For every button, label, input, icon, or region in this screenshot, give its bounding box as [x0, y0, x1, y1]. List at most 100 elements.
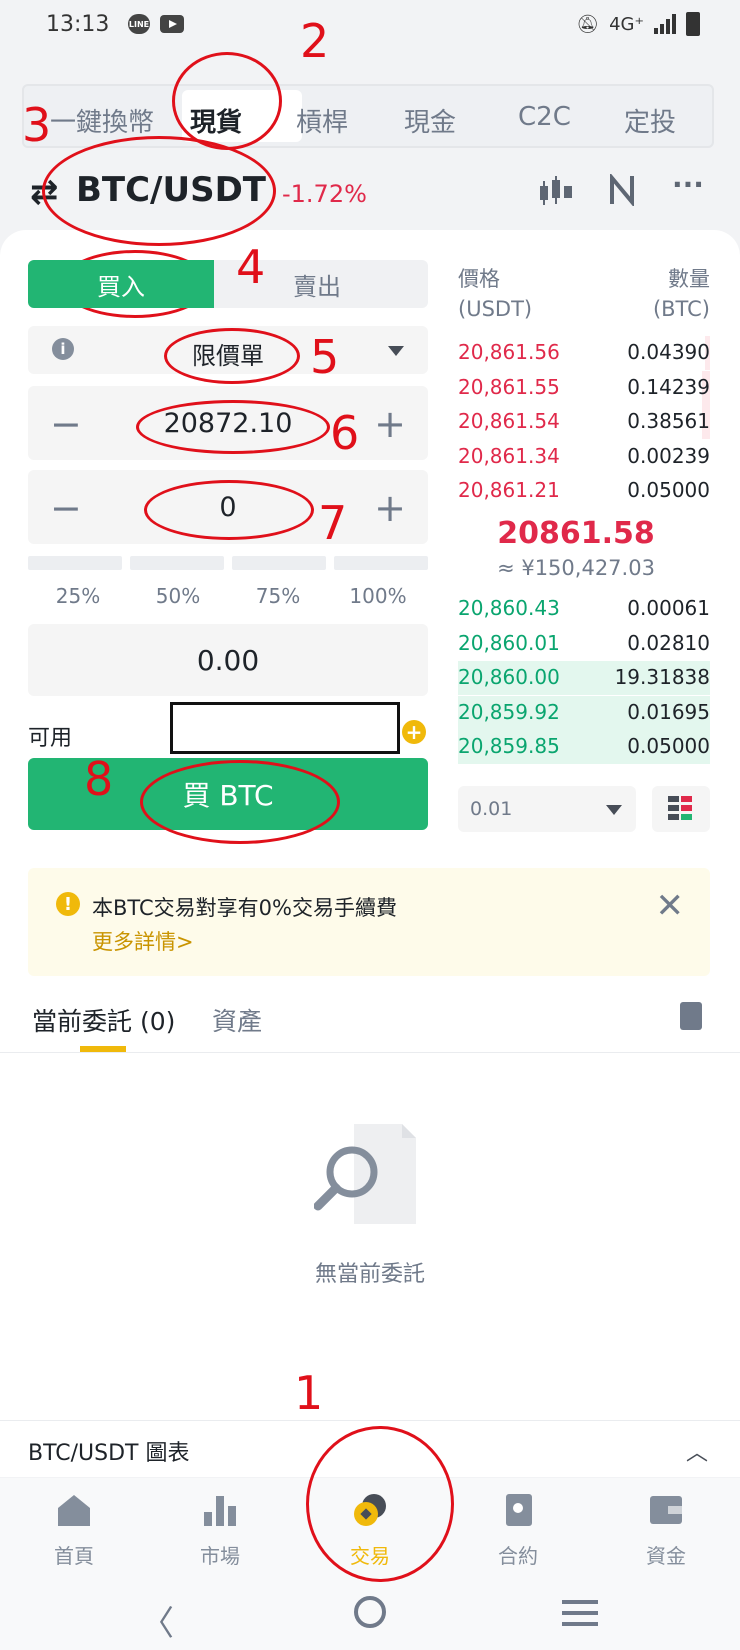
total-value: 0.00	[196, 644, 260, 677]
percent-50[interactable]: 50%	[128, 584, 228, 608]
annotation-number-4: 4	[236, 240, 266, 294]
nav-wallet[interactable]: 資金	[596, 1492, 736, 1569]
annotation-oval-2	[172, 52, 282, 150]
notice-text: 本BTC交易對享有0%交易手續費	[92, 896, 397, 920]
row-price: 20,861.56	[458, 340, 560, 364]
markets-icon	[204, 1496, 236, 1526]
annotation-number-7: 7	[318, 496, 348, 550]
annotation-oval-8	[140, 760, 340, 844]
nav-markets[interactable]: 市場	[150, 1492, 290, 1569]
notice-more-link[interactable]: 更多詳情>	[92, 926, 194, 956]
row-price: 20,860.43	[458, 596, 560, 620]
available-label: 可用	[28, 726, 73, 751]
annotation-number-3: 3	[22, 98, 52, 152]
tab-open-orders[interactable]: 當前委託 (0)	[32, 1002, 175, 1038]
order-book-layout-icon	[668, 796, 692, 820]
percent-slider[interactable]	[28, 556, 428, 570]
annotation-oval-6	[136, 400, 330, 454]
pair-change: -1.72%	[282, 180, 367, 208]
ask-row[interactable]: 20,861.56 0.04390	[458, 336, 710, 370]
chart-tools-icon[interactable]	[608, 174, 636, 206]
percent-labels: 25% 50% 75% 100%	[28, 584, 428, 608]
row-qty: 0.00061	[627, 596, 710, 620]
row-qty: 0.01695	[627, 699, 710, 724]
close-icon[interactable]: ✕	[656, 886, 685, 926]
percent-25[interactable]: 25%	[28, 584, 128, 608]
row-price: 20,861.54	[458, 409, 560, 433]
divider	[0, 1052, 740, 1053]
chart-bar-label: BTC/USDT 圖表	[28, 1441, 190, 1466]
row-qty: 0.05000	[627, 734, 710, 758]
futures-icon	[506, 1494, 532, 1526]
bid-row[interactable]: 20,860.00 19.31838	[458, 661, 710, 695]
annotation-number-8: 8	[84, 752, 114, 806]
status-system-icons: 🔕︎ 4G⁺	[576, 12, 700, 36]
annotation-oval-5	[164, 328, 300, 384]
nav-futures-label: 合約	[498, 1544, 538, 1568]
candlestick-icon[interactable]	[538, 176, 572, 206]
price-plus-button[interactable]: +	[374, 402, 406, 446]
caret-down-icon	[388, 346, 404, 356]
add-funds-icon[interactable]: +	[402, 720, 426, 744]
available-balance-redacted	[170, 702, 400, 754]
nav-markets-label: 市場	[200, 1544, 240, 1568]
depth-precision-select[interactable]: 0.01	[458, 786, 636, 832]
battery-icon	[686, 12, 700, 36]
last-price-fiat: ≈ ¥150,427.03	[497, 556, 655, 580]
bid-row[interactable]: 20,860.43 0.00061	[458, 592, 710, 626]
tab-assets[interactable]: 資產	[212, 1002, 262, 1038]
row-qty: 0.14239	[627, 374, 710, 399]
row-price: 20,861.55	[458, 374, 560, 399]
ask-row[interactable]: 20,861.55 0.14239	[458, 370, 710, 405]
order-history-icon[interactable]	[680, 1002, 702, 1030]
total-field[interactable]: 0.00	[28, 624, 428, 696]
empty-orders-illustration	[314, 1124, 416, 1224]
ask-row[interactable]: 20,861.54 0.38561	[458, 405, 710, 439]
tab-cash[interactable]: 現金	[404, 102, 456, 139]
recent-apps-icon[interactable]	[562, 1598, 598, 1628]
depth-value: 0.01	[470, 798, 513, 820]
home-icon	[58, 1495, 90, 1526]
percent-75[interactable]: 75%	[228, 584, 328, 608]
annotation-number-6: 6	[330, 406, 360, 460]
percent-segment[interactable]	[334, 556, 428, 570]
percent-100[interactable]: 100%	[328, 584, 428, 608]
buy-tab[interactable]: 買入	[28, 260, 214, 308]
nav-home-label: 首頁	[54, 1544, 94, 1568]
percent-segment[interactable]	[232, 556, 326, 570]
bid-row[interactable]: 20,860.01 0.02810	[458, 627, 710, 661]
row-price: 20,860.00	[458, 665, 560, 689]
row-price: 20,861.34	[458, 443, 560, 468]
youtube-icon	[160, 15, 184, 33]
chevron-up-icon[interactable]: ︿	[686, 1435, 708, 1467]
tab-c2c[interactable]: C2C	[518, 102, 571, 132]
line-app-icon: LINE	[128, 14, 150, 34]
tab-margin[interactable]: 槓桿	[296, 102, 348, 139]
row-price: 20,861.21	[458, 478, 560, 502]
ask-row[interactable]: 20,861.34 0.00239	[458, 440, 710, 474]
tab-auto-invest[interactable]: 定投	[624, 102, 676, 139]
nav-futures[interactable]: 合約	[448, 1492, 588, 1569]
row-price: 20,860.01	[458, 630, 560, 655]
bid-row[interactable]: 20,859.85 0.05000	[458, 730, 710, 764]
last-price[interactable]: 20861.58	[458, 516, 694, 551]
row-qty: 0.38561	[627, 409, 710, 433]
row-qty: 0.02810	[627, 630, 710, 655]
ask-row[interactable]: 20,861.21 0.05000	[458, 474, 710, 508]
annotation-oval-3	[42, 136, 276, 246]
tab-convert[interactable]: 一鍵換幣	[50, 102, 154, 139]
bid-row[interactable]: 20,859.92 0.01695	[458, 695, 710, 730]
row-qty: 0.05000	[627, 478, 710, 502]
row-qty: 0.00239	[627, 443, 710, 468]
percent-segment[interactable]	[130, 556, 224, 570]
order-book-layout-button[interactable]	[652, 786, 710, 832]
status-notification-icons: LINE	[128, 14, 184, 34]
fee-notice: ! 本BTC交易對享有0%交易手續費 更多詳情> ✕	[28, 868, 710, 976]
amount-plus-button[interactable]: +	[374, 486, 406, 530]
percent-segment[interactable]	[28, 556, 122, 570]
back-icon[interactable]: 〈	[140, 1596, 174, 1645]
status-time: 13:13	[46, 12, 110, 37]
nav-home[interactable]: 首頁	[4, 1492, 144, 1569]
more-icon[interactable]: ···	[672, 168, 704, 201]
home-circle-icon[interactable]	[352, 1594, 388, 1630]
